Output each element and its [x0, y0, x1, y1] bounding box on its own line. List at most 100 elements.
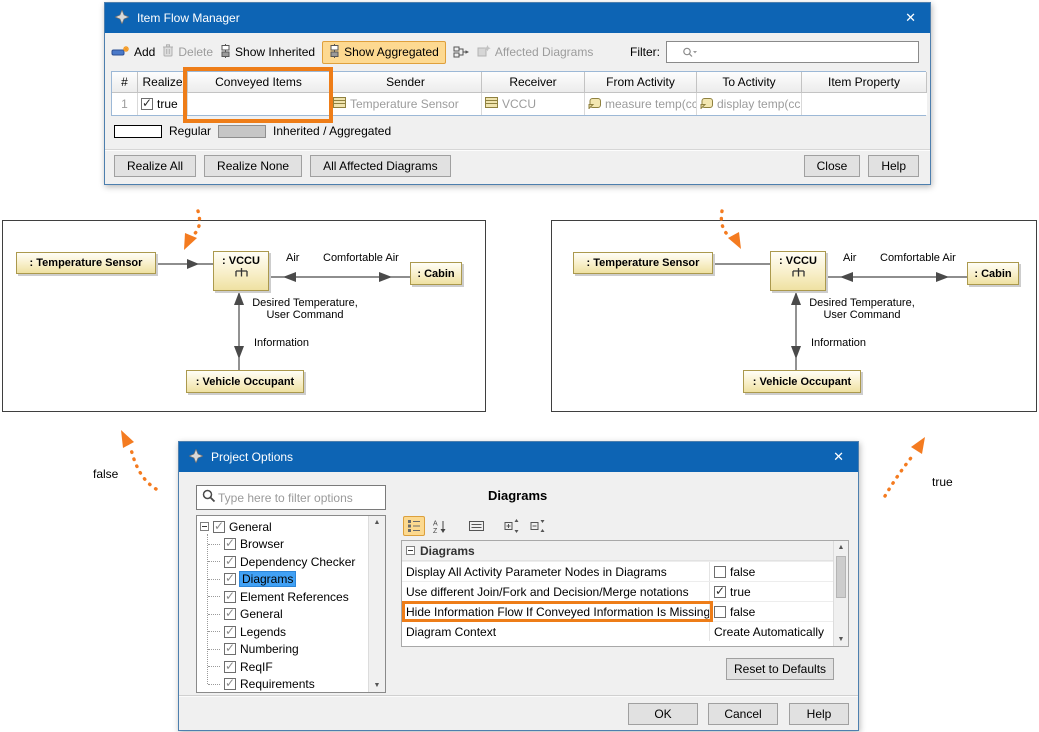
- tree-checkbox[interactable]: [224, 608, 236, 620]
- tree-checkbox[interactable]: [213, 521, 225, 533]
- cancel-button[interactable]: Cancel: [708, 703, 778, 725]
- property-row-highlighted[interactable]: Hide Information Flow If Conveyed Inform…: [402, 601, 848, 621]
- scroll-up-icon[interactable]: ▲: [834, 544, 848, 551]
- properties-group-header[interactable]: Diagrams: [402, 541, 848, 561]
- delete-button[interactable]: Delete: [162, 44, 213, 60]
- property-row[interactable]: Use different Join/Fork and Decision/Mer…: [402, 581, 848, 601]
- value-checkbox[interactable]: [714, 566, 726, 578]
- options-filter-input[interactable]: [216, 489, 385, 507]
- property-row[interactable]: Display All Activity Parameter Nodes in …: [402, 561, 848, 581]
- realize-cell[interactable]: true: [138, 93, 188, 115]
- tree-checkbox[interactable]: [224, 643, 236, 655]
- tree-item-general[interactable]: General: [200, 606, 367, 624]
- row-number-cell: 1: [112, 93, 138, 115]
- column-header-conveyed-items[interactable]: Conveyed Items: [188, 72, 330, 93]
- reset-to-defaults-button[interactable]: Reset to Defaults: [726, 658, 834, 680]
- node-cabin[interactable]: : Cabin: [967, 262, 1019, 285]
- column-header-sender[interactable]: Sender: [330, 72, 482, 93]
- tree-scrollbar[interactable]: ▲ ▼: [368, 516, 385, 692]
- show-inherited-button[interactable]: Show Inherited: [220, 44, 315, 61]
- value-checkbox[interactable]: [714, 586, 726, 598]
- realize-none-button[interactable]: Realize None: [204, 155, 302, 177]
- node-vccu[interactable]: : VCCU: [770, 251, 826, 291]
- show-aggregated-toggle[interactable]: Show Aggregated: [322, 41, 446, 64]
- tree-checkbox[interactable]: [224, 538, 236, 550]
- search-dropdown-icon[interactable]: [682, 46, 698, 62]
- properties-scrollbar[interactable]: ▲ ▼: [833, 541, 848, 646]
- filter-input[interactable]: [666, 41, 919, 63]
- tree-checkbox[interactable]: [224, 678, 236, 690]
- scroll-down-icon[interactable]: ▼: [369, 682, 385, 689]
- annotation-false-label: false: [93, 467, 118, 481]
- collapse-expander-icon[interactable]: [406, 546, 415, 555]
- tree-item-requirements[interactable]: Requirements: [200, 676, 367, 694]
- collapse-expander-icon[interactable]: [200, 522, 209, 531]
- tree-checkbox[interactable]: [224, 556, 236, 568]
- options-pane-heading: Diagrams: [488, 488, 547, 503]
- affected-diagrams-button[interactable]: Affected Diagrams: [477, 44, 594, 60]
- close-icon[interactable]: ✕: [829, 449, 848, 465]
- item-flow-toolbar: Add Delete Show Inherited Show Aggregate…: [111, 39, 593, 65]
- flow-label-comfortable-air: Comfortable Air: [880, 252, 956, 264]
- collapse-all-icon[interactable]: [527, 516, 549, 536]
- column-header-from-activity[interactable]: From Activity: [585, 72, 697, 93]
- conveyed-items-cell[interactable]: [188, 93, 330, 115]
- scrollbar-thumb[interactable]: [836, 556, 846, 598]
- ok-button[interactable]: OK: [628, 703, 698, 725]
- left-button-row: Realize All Realize None All Affected Di…: [114, 155, 451, 177]
- divider: [105, 149, 930, 151]
- tree-item-diagrams[interactable]: Diagrams: [200, 571, 367, 589]
- close-button[interactable]: Close: [804, 155, 861, 177]
- property-row[interactable]: Diagram Context Create Automatically: [402, 621, 848, 641]
- node-temperature-sensor[interactable]: : Temperature Sensor: [16, 252, 156, 274]
- aggregated-hierarchy-icon: [329, 44, 340, 61]
- tree-checkbox[interactable]: [224, 661, 236, 673]
- options-tree-panel: General Browser Dependency Checker Diagr…: [196, 515, 386, 693]
- tree-item-numbering[interactable]: Numbering: [200, 641, 367, 659]
- value-checkbox[interactable]: [714, 606, 726, 618]
- to-activity-cell[interactable]: display temp(cc: [697, 93, 802, 115]
- receiver-cell[interactable]: VCCU: [482, 93, 585, 115]
- item-property-cell[interactable]: [802, 93, 927, 115]
- from-activity-cell[interactable]: measure temp(cc: [585, 93, 697, 115]
- tree-checkbox[interactable]: [224, 591, 236, 603]
- column-header-item-property[interactable]: Item Property: [802, 72, 927, 93]
- tree-item-reqif[interactable]: ReqIF: [200, 658, 367, 676]
- tree-item-legends[interactable]: Legends: [200, 623, 367, 641]
- column-header-to-activity[interactable]: To Activity: [697, 72, 802, 93]
- scroll-down-icon[interactable]: ▼: [834, 636, 848, 643]
- node-vccu[interactable]: : VCCU: [213, 251, 269, 291]
- right-button-row: Close Help: [804, 155, 919, 177]
- item-flow-direction-icon-button[interactable]: [453, 46, 470, 58]
- tree-checkbox[interactable]: [224, 573, 236, 585]
- item-flow-manager-titlebar[interactable]: Item Flow Manager ✕: [105, 3, 930, 33]
- realize-checkbox[interactable]: [141, 98, 153, 110]
- close-icon[interactable]: ✕: [901, 10, 920, 26]
- realize-all-button[interactable]: Realize All: [114, 155, 196, 177]
- help-button[interactable]: Help: [789, 703, 849, 725]
- scroll-up-icon[interactable]: ▲: [369, 519, 385, 526]
- node-vehicle-occupant[interactable]: : Vehicle Occupant: [743, 370, 861, 393]
- node-vehicle-occupant[interactable]: : Vehicle Occupant: [186, 370, 304, 393]
- column-header-num[interactable]: #: [112, 72, 138, 93]
- search-icon: [202, 489, 216, 506]
- tree-item-element-references[interactable]: Element References: [200, 588, 367, 606]
- expand-all-icon[interactable]: [501, 516, 523, 536]
- add-button[interactable]: Add: [111, 45, 155, 60]
- sort-alphabetically-icon[interactable]: AZ: [429, 516, 451, 536]
- column-header-realize[interactable]: Realize: [138, 72, 188, 93]
- column-header-receiver[interactable]: Receiver: [482, 72, 585, 93]
- node-cabin[interactable]: : Cabin: [410, 262, 462, 285]
- help-button[interactable]: Help: [868, 155, 919, 177]
- node-temperature-sensor[interactable]: : Temperature Sensor: [573, 252, 713, 274]
- tree-item-dependency-checker[interactable]: Dependency Checker: [200, 553, 367, 571]
- project-options-titlebar[interactable]: Project Options ✕: [179, 442, 858, 472]
- all-affected-diagrams-button[interactable]: All Affected Diagrams: [310, 155, 451, 177]
- show-description-icon[interactable]: [465, 516, 487, 536]
- tree-item-general-root[interactable]: General: [200, 518, 367, 536]
- categorized-view-icon[interactable]: [403, 516, 425, 536]
- tree-checkbox[interactable]: [224, 626, 236, 638]
- tree-item-browser[interactable]: Browser: [200, 536, 367, 554]
- item-flow-manager-dialog: Item Flow Manager ✕ Add Delete Show I: [104, 2, 931, 185]
- sender-cell[interactable]: Temperature Sensor: [330, 93, 482, 115]
